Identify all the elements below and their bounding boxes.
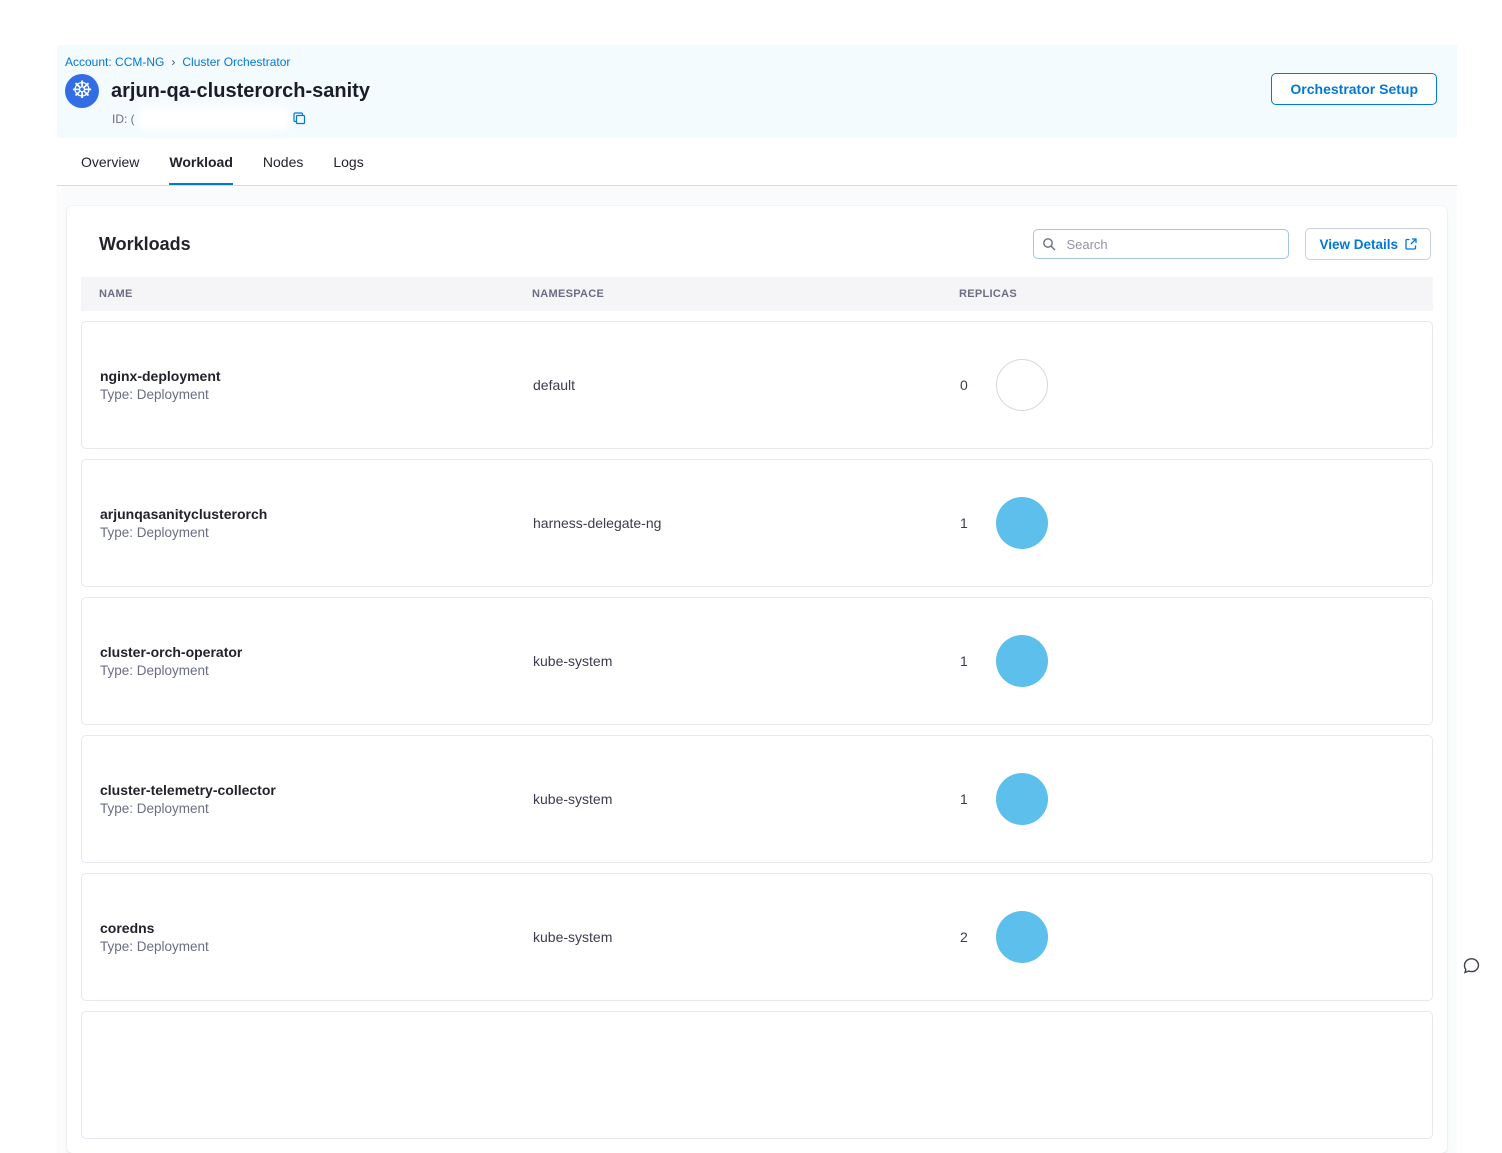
replica-circle — [996, 497, 1048, 549]
table-row[interactable]: cluster-telemetry-collector Type: Deploy… — [81, 735, 1433, 863]
workload-name: coredns — [100, 920, 533, 936]
workload-type: Type: Deployment — [100, 663, 533, 678]
workload-namespace: kube-system — [533, 653, 960, 669]
replica-count: 1 — [960, 791, 968, 807]
replica-circle — [996, 773, 1048, 825]
workload-namespace: kube-system — [533, 929, 960, 945]
cluster-id-row: ID: ( — [112, 111, 1437, 126]
cluster-id-redacted — [143, 111, 285, 126]
cluster-id-label: ID: ( — [112, 112, 135, 126]
workload-name: arjunqasanityclusterorch — [100, 506, 533, 522]
name-cell: cluster-orch-operator Type: Deployment — [100, 644, 533, 678]
column-header-namespace: NAMESPACE — [532, 288, 959, 300]
page-title: arjun-qa-clusterorch-sanity — [111, 80, 370, 103]
search-input[interactable] — [1064, 236, 1280, 253]
external-link-icon — [1405, 238, 1417, 250]
workload-rows: nginx-deployment Type: Deployment defaul… — [81, 321, 1433, 1001]
workload-name: cluster-orch-operator — [100, 644, 533, 660]
name-cell: arjunqasanityclusterorch Type: Deploymen… — [100, 506, 533, 540]
replicas-cell: 1 — [960, 497, 1432, 549]
workload-type: Type: Deployment — [100, 387, 533, 402]
copy-icon[interactable] — [293, 112, 306, 125]
content-area: Workloads View Details — [57, 186, 1457, 1153]
breadcrumb: Account: CCM-NG › Cluster Orchestrator — [65, 55, 1437, 69]
title-row: ☸ arjun-qa-clusterorch-sanity — [65, 74, 1437, 108]
search-icon — [1042, 237, 1056, 251]
table-row[interactable]: cluster-orch-operator Type: Deployment k… — [81, 597, 1433, 725]
table-row[interactable]: nginx-deployment Type: Deployment defaul… — [81, 321, 1433, 449]
help-chat-icon[interactable] — [1462, 957, 1481, 980]
workload-namespace: harness-delegate-ng — [533, 515, 960, 531]
tab-nodes[interactable]: Nodes — [263, 138, 303, 185]
workload-type: Type: Deployment — [100, 801, 533, 816]
view-details-button[interactable]: View Details — [1305, 228, 1431, 260]
tab-workload[interactable]: Workload — [169, 138, 233, 185]
table-row[interactable]: arjunqasanityclusterorch Type: Deploymen… — [81, 459, 1433, 587]
chevron-right-icon: › — [171, 55, 175, 69]
workloads-heading: Workloads — [99, 234, 191, 255]
tab-logs[interactable]: Logs — [333, 138, 363, 185]
replica-count: 1 — [960, 515, 968, 531]
replica-count: 1 — [960, 653, 968, 669]
tabs: Overview Workload Nodes Logs — [57, 138, 1457, 186]
orchestrator-setup-button[interactable]: Orchestrator Setup — [1271, 73, 1437, 105]
name-cell: coredns Type: Deployment — [100, 920, 533, 954]
workload-type: Type: Deployment — [100, 939, 533, 954]
tab-overview[interactable]: Overview — [81, 138, 139, 185]
table-header: NAME NAMESPACE REPLICAS — [81, 277, 1433, 311]
replica-circle — [996, 359, 1048, 411]
workload-namespace: kube-system — [533, 791, 960, 807]
replicas-cell: 1 — [960, 635, 1432, 687]
breadcrumb-section-link[interactable]: Cluster Orchestrator — [182, 55, 290, 69]
workload-type: Type: Deployment — [100, 525, 533, 540]
page-header: Account: CCM-NG › Cluster Orchestrator ☸… — [57, 45, 1457, 138]
replicas-cell: 0 — [960, 359, 1432, 411]
workloads-card: Workloads View Details — [67, 206, 1447, 1153]
column-header-name: NAME — [99, 288, 532, 300]
workload-name: nginx-deployment — [100, 368, 533, 384]
column-header-replicas: REPLICAS — [959, 288, 1433, 300]
breadcrumb-account-link[interactable]: Account: CCM-NG — [65, 55, 164, 69]
table-row[interactable]: coredns Type: Deployment kube-system 2 — [81, 873, 1433, 1001]
replicas-cell: 2 — [960, 911, 1432, 963]
replicas-cell: 1 — [960, 773, 1432, 825]
toolbar-right: View Details — [1033, 228, 1431, 260]
name-cell: nginx-deployment Type: Deployment — [100, 368, 533, 402]
kubernetes-icon: ☸ — [65, 74, 99, 108]
replica-circle — [996, 911, 1048, 963]
workloads-toolbar: Workloads View Details — [81, 228, 1433, 260]
view-details-label: View Details — [1319, 237, 1398, 252]
replica-count: 0 — [960, 377, 968, 393]
app-container: Account: CCM-NG › Cluster Orchestrator ☸… — [57, 45, 1457, 1153]
name-cell: cluster-telemetry-collector Type: Deploy… — [100, 782, 533, 816]
replica-circle — [996, 635, 1048, 687]
workload-name: cluster-telemetry-collector — [100, 782, 533, 798]
workload-namespace: default — [533, 377, 960, 393]
search-box — [1033, 229, 1289, 259]
replica-count: 2 — [960, 929, 968, 945]
table-row-partial[interactable] — [81, 1011, 1433, 1139]
